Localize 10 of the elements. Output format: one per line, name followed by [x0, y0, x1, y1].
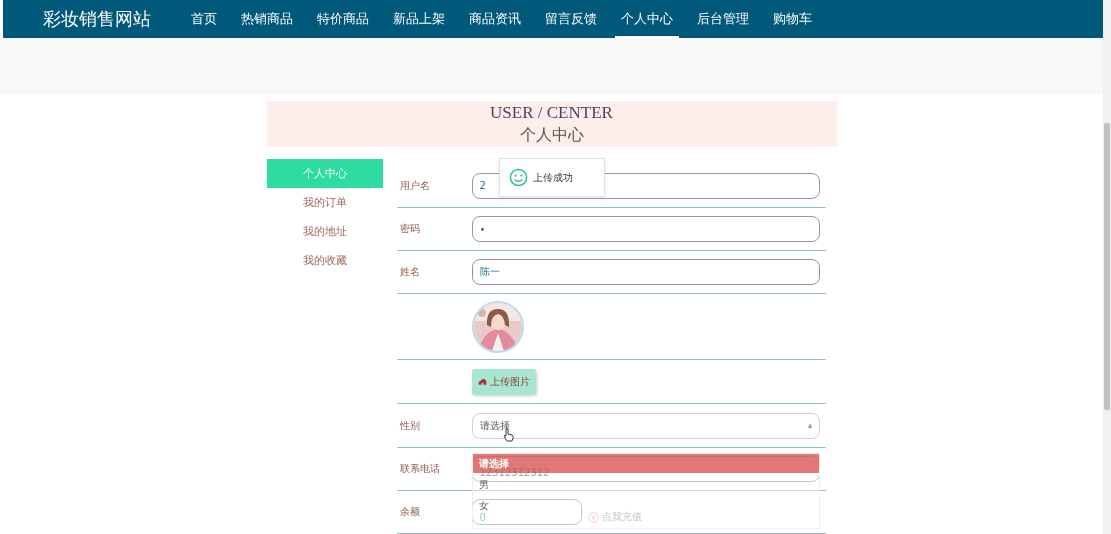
header-title: USER / CENTER [490, 102, 613, 124]
header-subtitle: 个人中心 [519, 125, 584, 145]
field-label: 姓名 [398, 265, 421, 279]
field-label: 性别 [398, 418, 421, 433]
field-label: 余额 [398, 505, 421, 519]
field-label: 密码 [398, 222, 421, 236]
site-title: 彩妆销售网站 [43, 7, 151, 32]
field-label: 用户名 [398, 178, 431, 193]
toast-text: 上传成功 [532, 170, 573, 185]
field-label: 联系电话 [398, 462, 441, 476]
